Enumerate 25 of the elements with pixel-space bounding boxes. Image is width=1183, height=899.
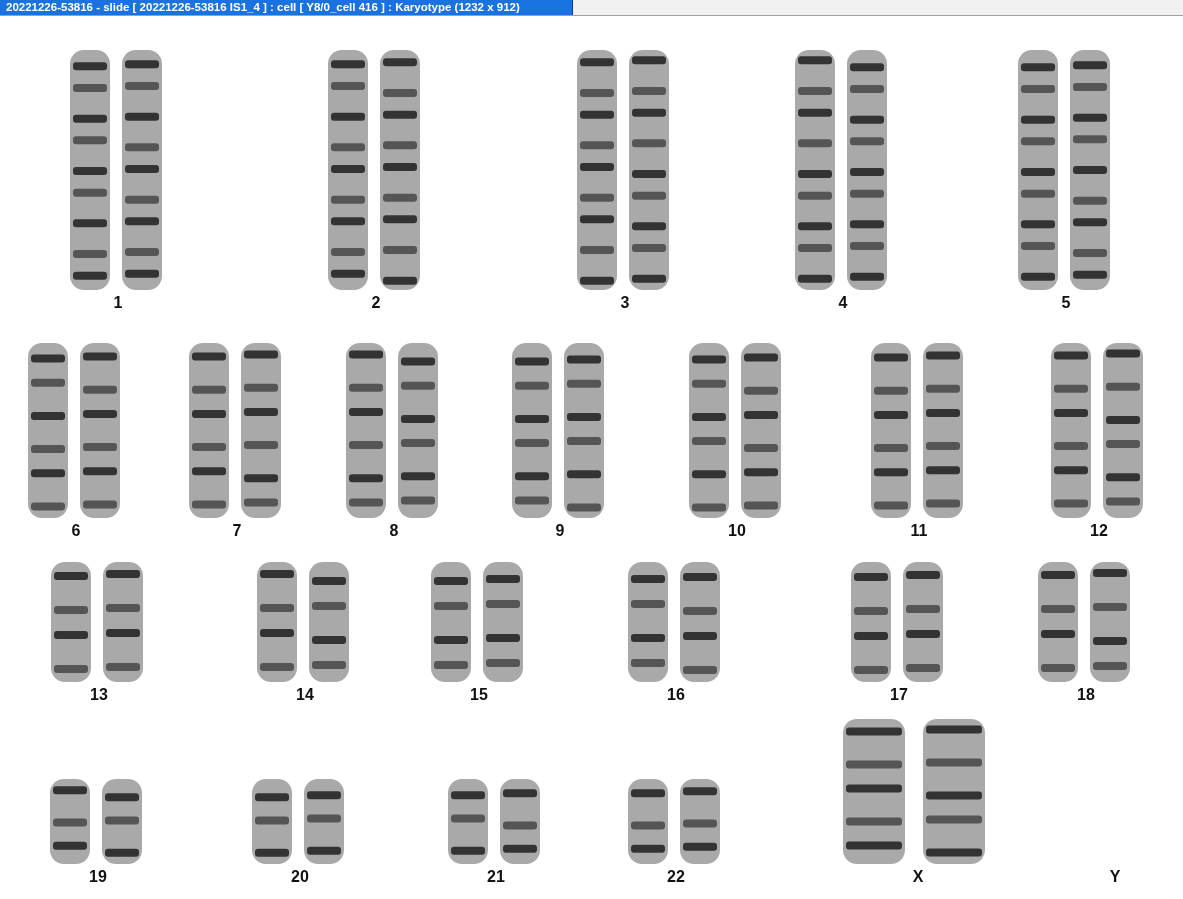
chromosome-number: 14 — [296, 686, 314, 704]
chromosome-number: 8 — [389, 522, 399, 540]
chromosome-number: 21 — [487, 868, 505, 886]
chromosome-number: 22 — [667, 868, 685, 886]
window-title: 20221226-53816 - slide [ 20221226-53816 IS1_4 ] : cell [ Y8/0_cell 416 ] : Karyotype (1232 x 912) — [0, 0, 573, 15]
chromosome-number: 11 — [910, 522, 928, 540]
chromosome-number: 17 — [890, 686, 908, 704]
chromosome-number: 6 — [71, 522, 81, 540]
chromosome-number: 18 — [1077, 686, 1095, 704]
chromosome-number: 10 — [728, 522, 746, 540]
chromosome-number: X — [912, 868, 924, 886]
chromosome-number: 5 — [1061, 294, 1071, 312]
chromosome-number: 1 — [113, 294, 123, 312]
chromosome-number: 9 — [555, 522, 565, 540]
chromosome-number: 4 — [838, 294, 848, 312]
chromosome-number: 16 — [667, 686, 685, 704]
chromosome-number: 7 — [232, 522, 242, 540]
chromosome-number: 20 — [291, 868, 309, 886]
chromosome-number: 15 — [470, 686, 488, 704]
chromosome-number: 3 — [620, 294, 630, 312]
chromosome-number: 2 — [371, 294, 381, 312]
chromosome-number: Y — [1109, 868, 1121, 886]
chromosome-number: 19 — [89, 868, 107, 886]
chromosome-number: 13 — [90, 686, 108, 704]
chromosome-number: 12 — [1090, 522, 1108, 540]
